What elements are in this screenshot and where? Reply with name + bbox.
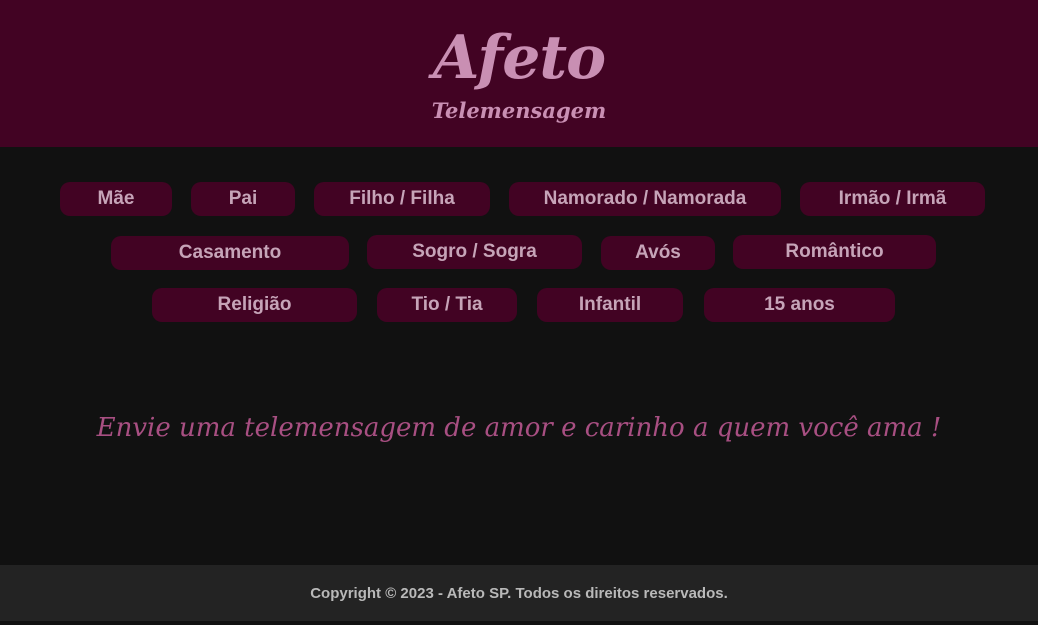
category-button-religiao[interactable]: Religião <box>152 288 357 322</box>
footer-bottom-border <box>0 621 1038 625</box>
site-logo[interactable]: Afeto <box>0 22 1038 94</box>
site-header: Afeto Telemensagem <box>0 0 1038 147</box>
copyright-text: Copyright © 2023 - Afeto SP. Todos os di… <box>310 585 728 602</box>
category-button-casamento[interactable]: Casamento <box>111 236 349 270</box>
category-button-mae[interactable]: Mãe <box>60 182 172 216</box>
category-button-15-anos[interactable]: 15 anos <box>704 288 895 322</box>
category-button-filho-filha[interactable]: Filho / Filha <box>314 182 490 216</box>
category-button-avos[interactable]: Avós <box>601 236 715 270</box>
category-button-sogro-sogra[interactable]: Sogro / Sogra <box>367 235 582 269</box>
category-button-romantico[interactable]: Romântico <box>733 235 936 269</box>
category-button-namorado-namorada[interactable]: Namorado / Namorada <box>509 182 781 216</box>
category-button-tio-tia[interactable]: Tio / Tia <box>377 288 517 322</box>
site-tagline: Telemensagem <box>431 98 607 123</box>
category-button-irmao-irma[interactable]: Irmão / Irmã <box>800 182 985 216</box>
category-button-infantil[interactable]: Infantil <box>537 288 683 322</box>
site-footer: Copyright © 2023 - Afeto SP. Todos os di… <box>0 565 1038 621</box>
cta-message: Envie uma telemensagem de amor e carinho… <box>96 413 942 443</box>
category-button-pai[interactable]: Pai <box>191 182 295 216</box>
